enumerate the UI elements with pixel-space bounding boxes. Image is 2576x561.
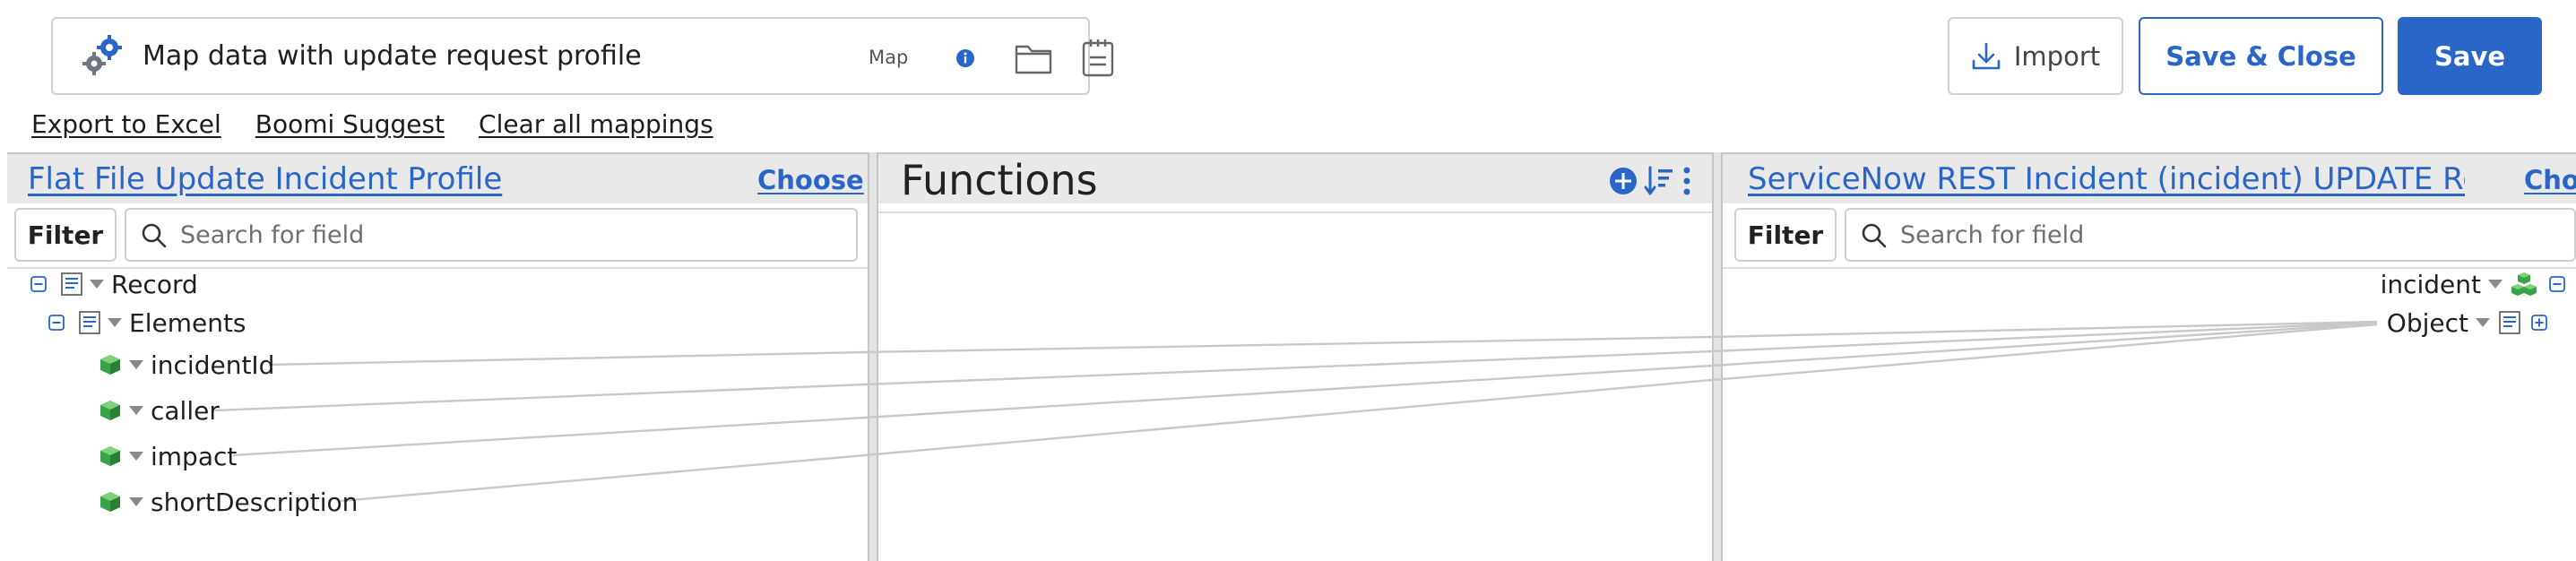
- search-icon: [1862, 223, 1887, 248]
- map-title[interactable]: Map data with update request profile: [143, 40, 642, 72]
- notes-icon[interactable]: [1081, 38, 1115, 77]
- chevron-down-icon[interactable]: [2488, 280, 2503, 289]
- source-search-field[interactable]: [125, 208, 858, 262]
- destination-search-field[interactable]: [1845, 208, 2576, 262]
- add-circle-icon[interactable]: [1608, 166, 1638, 196]
- expand-icon[interactable]: [2531, 315, 2547, 331]
- export-to-excel-link[interactable]: Export to Excel: [31, 109, 221, 145]
- map-editor: Map data with update request profile Map…: [0, 0, 2576, 561]
- tree-field-incidentId[interactable]: incidentId: [99, 349, 274, 381]
- tree-label: Elements: [129, 307, 246, 338]
- chevron-down-icon[interactable]: [90, 280, 104, 289]
- chevron-down-icon[interactable]: [129, 406, 143, 415]
- mapping-actions: Export to Excel Boomi Suggest Clear all …: [31, 109, 713, 145]
- destination-choose-link[interactable]: Choose: [2524, 165, 2576, 195]
- import-label: Import: [2013, 40, 2101, 72]
- source-choose-link[interactable]: Choose: [757, 165, 864, 195]
- record-icon: [2499, 311, 2520, 334]
- boomi-suggest-link[interactable]: Boomi Suggest: [255, 109, 445, 145]
- source-filter-button[interactable]: Filter: [14, 208, 117, 262]
- chevron-down-icon[interactable]: [129, 452, 143, 461]
- destination-search-input[interactable]: [1900, 220, 2574, 249]
- field-label: caller: [151, 395, 220, 426]
- field-cube-icon: [100, 446, 120, 466]
- functions-header: Functions: [878, 152, 1712, 204]
- download-icon: [1972, 42, 2001, 69]
- functions-panel-separator: [878, 211, 1712, 213]
- collapse-icon[interactable]: [48, 315, 65, 331]
- chevron-down-icon[interactable]: [2476, 318, 2490, 327]
- tree-label: incident: [2380, 269, 2481, 299]
- tree-node-elements[interactable]: Elements: [48, 306, 246, 339]
- tree-field-impact[interactable]: impact: [99, 440, 237, 472]
- save-close-button[interactable]: Save & Close: [2139, 17, 2383, 95]
- source-search-input[interactable]: [180, 220, 856, 249]
- tree-node-incident[interactable]: incident: [2381, 268, 2565, 300]
- save-button[interactable]: Save: [2398, 17, 2542, 95]
- search-icon: [142, 223, 167, 248]
- field-label: shortDescription: [151, 487, 359, 517]
- import-button[interactable]: Import: [1948, 17, 2123, 95]
- functions-title: Functions: [901, 156, 1098, 204]
- field-cube-icon: [100, 492, 120, 512]
- gear-pair-icon: [82, 35, 122, 75]
- field-cube-icon: [100, 401, 120, 420]
- clear-all-mappings-link[interactable]: Clear all mappings: [479, 109, 713, 145]
- map-title-bar: Map data with update request profile Map: [51, 17, 1114, 95]
- record-icon: [79, 311, 100, 334]
- sort-icon[interactable]: [1644, 165, 1674, 197]
- chevron-down-icon[interactable]: [108, 318, 122, 327]
- record-icon: [61, 272, 82, 296]
- panel-splitter-right[interactable]: [1712, 152, 1723, 561]
- more-vertical-icon[interactable]: [1680, 165, 1694, 197]
- collapse-icon[interactable]: [2549, 276, 2565, 292]
- panel-splitter-left[interactable]: [868, 152, 878, 561]
- chevron-down-icon[interactable]: [129, 497, 143, 506]
- object-cubes-icon: [2511, 272, 2537, 296]
- component-type-label: Map: [869, 47, 909, 68]
- tree-label: Record: [111, 269, 198, 299]
- source-profile-header: Flat File Update Incident Profile Choose: [7, 152, 868, 203]
- field-label: incidentId: [151, 350, 275, 380]
- info-icon[interactable]: [955, 48, 975, 68]
- tree-node-record[interactable]: Record: [30, 268, 198, 300]
- chevron-down-icon[interactable]: [129, 360, 143, 369]
- tree-field-caller[interactable]: caller: [99, 394, 220, 427]
- tree-node-object[interactable]: Object: [2387, 306, 2547, 339]
- destination-profile-link[interactable]: ServiceNow REST Incident (incident) UPDA…: [1748, 161, 2465, 197]
- tree-label: Object: [2386, 307, 2468, 338]
- destination-filter-button[interactable]: Filter: [1734, 208, 1837, 262]
- tree-field-shortDescription[interactable]: shortDescription: [99, 486, 358, 518]
- destination-profile-header: ServiceNow REST Incident (incident) UPDA…: [1723, 152, 2576, 203]
- field-label: impact: [151, 441, 238, 471]
- folder-icon[interactable]: [1015, 41, 1052, 75]
- collapse-icon[interactable]: [30, 276, 47, 292]
- source-profile-link[interactable]: Flat File Update Incident Profile: [28, 161, 709, 197]
- field-cube-icon: [100, 355, 120, 375]
